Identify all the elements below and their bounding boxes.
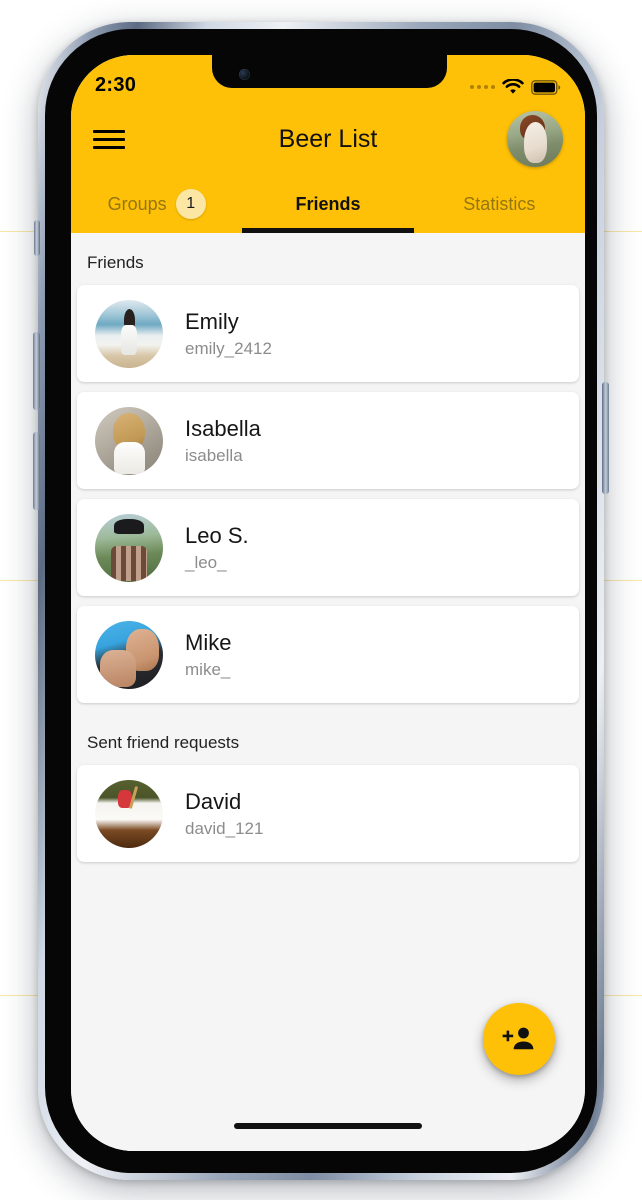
avatar [95,779,163,848]
avatar [95,406,163,475]
friend-handle: isabella [185,445,243,465]
tab-groups-badge: 1 [175,189,206,219]
tab-friends-label: Friends [295,193,361,214]
signal-dots-icon [470,85,495,89]
add-friend-button[interactable] [483,1003,555,1075]
friend-handle: emily_2412 [185,338,272,358]
device-notch [212,55,447,88]
list-item[interactable]: David david_121 [77,765,579,862]
tab-groups[interactable]: Groups 1 [71,175,242,233]
tab-friends[interactable]: Friends [242,175,413,233]
tab-statistics-label: Statistics [463,193,536,214]
friend-name: Isabella [185,416,261,442]
avatar [95,299,163,368]
title-row: Beer List [71,103,585,175]
user-profile-avatar[interactable] [507,111,563,167]
status-bar-clock: 2:30 [95,74,137,96]
friend-name: Mike [185,630,232,656]
front-camera-icon [239,69,250,80]
friend-handle: david_121 [185,818,264,838]
phone-bezel: 2:30 Beer List Groups 1 Friends Statisti… [45,29,597,1173]
tab-statistics[interactable]: Statistics [414,175,585,233]
silent-switch-button[interactable] [34,220,40,256]
avatar [95,620,163,689]
home-indicator[interactable] [234,1123,422,1129]
phone-device-frame: 2:30 Beer List Groups 1 Friends Statisti… [33,22,609,1180]
tab-bar: Groups 1 Friends Statistics [71,175,585,233]
wifi-icon [502,79,524,95]
friend-handle: mike_ [185,659,231,679]
tab-groups-label: Groups [107,193,167,214]
list-item[interactable]: Mike mike_ [77,606,579,703]
phone-screen: 2:30 Beer List Groups 1 Friends Statisti… [71,55,585,1151]
friend-name: David [185,789,242,815]
power-button[interactable] [602,382,609,494]
section-header-friends: Friends [87,253,144,272]
section-header-sent-requests: Sent friend requests [87,733,240,752]
friend-handle: _leo_ [185,552,227,572]
volume-up-button[interactable] [33,432,40,510]
list-item[interactable]: Leo S. _leo_ [77,499,579,596]
friend-name: Emily [185,309,239,335]
battery-full-icon [531,79,561,95]
person-add-icon [502,1025,536,1054]
avatar [95,513,163,582]
list-item[interactable]: Emily emily_2412 [77,285,579,382]
friend-name: Leo S. [185,523,249,549]
list-item[interactable]: Isabella isabella [77,392,579,489]
hamburger-menu-icon[interactable] [93,125,125,154]
active-tab-indicator [242,228,414,233]
volume-down-button[interactable] [33,332,40,410]
